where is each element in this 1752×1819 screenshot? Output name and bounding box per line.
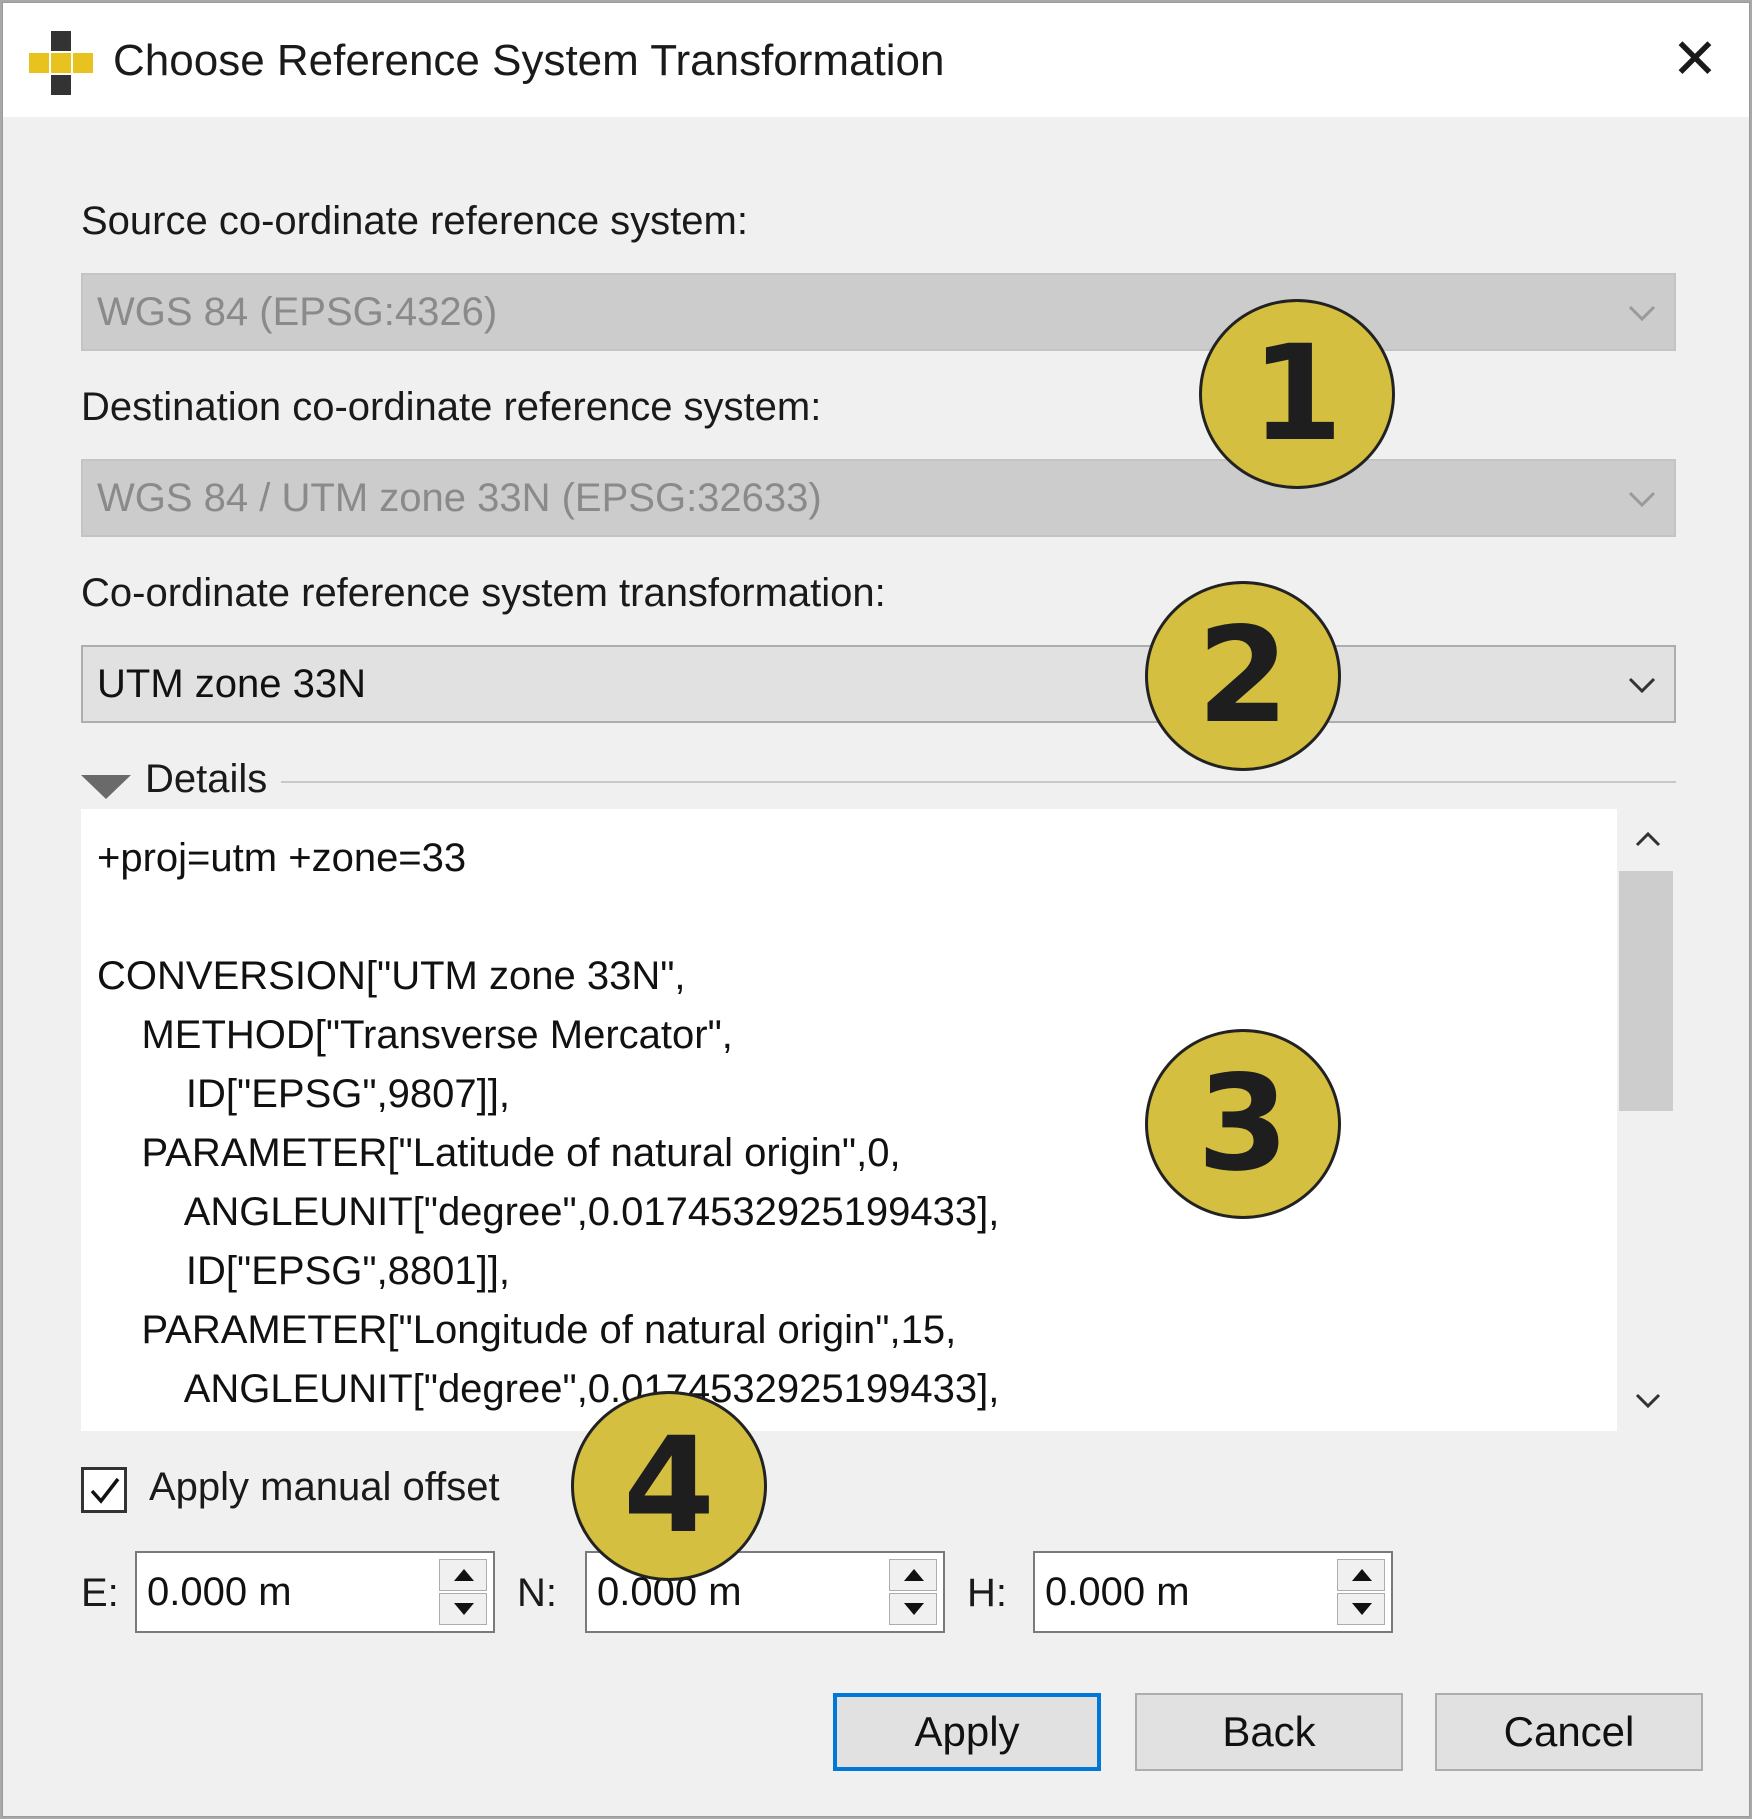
source-crs-label: Source co-ordinate reference system: [81, 199, 748, 243]
apply-offset-label[interactable]: Apply manual offset [149, 1465, 500, 1510]
height-spinbox[interactable] [1033, 1551, 1393, 1633]
height-decrement-button[interactable] [1337, 1593, 1385, 1625]
scroll-up-icon[interactable] [1635, 827, 1661, 853]
easting-label: E: [81, 1571, 119, 1615]
back-button[interactable]: Back [1135, 1693, 1403, 1771]
easting-increment-button[interactable] [439, 1559, 487, 1591]
scroll-down-icon[interactable] [1635, 1387, 1661, 1413]
scroll-thumb[interactable] [1619, 871, 1673, 1111]
close-icon[interactable]: ✕ [1663, 27, 1727, 91]
transformation-select[interactable]: UTM zone 33N [81, 645, 1676, 723]
chevron-down-icon [1628, 677, 1656, 694]
up-arrow-icon [1352, 1569, 1372, 1581]
easting-spinbox[interactable] [135, 1551, 495, 1633]
chevron-down-icon [1628, 491, 1656, 508]
transformation-value: UTM zone 33N [97, 662, 366, 706]
details-scrollbar[interactable] [1617, 809, 1677, 1431]
height-label: H: [967, 1571, 1007, 1615]
details-divider [281, 781, 1676, 783]
callout-badge-3: 3 [1145, 1029, 1341, 1219]
details-toggle[interactable]: Details [81, 757, 1676, 807]
checkmark-icon [90, 1477, 120, 1504]
dialog-window: Choose Reference System Transformation ✕… [2, 2, 1750, 1817]
app-logo-icon [29, 31, 93, 95]
source-crs-select[interactable]: WGS 84 (EPSG:4326) [81, 273, 1676, 351]
down-arrow-icon [904, 1603, 924, 1615]
northing-decrement-button[interactable] [889, 1593, 937, 1625]
collapse-arrow-icon [81, 775, 131, 799]
cancel-button[interactable]: Cancel [1435, 1693, 1703, 1771]
height-input[interactable] [1041, 1557, 1329, 1627]
apply-offset-checkbox[interactable] [81, 1467, 127, 1513]
up-arrow-icon [454, 1569, 474, 1581]
northing-label: N: [517, 1571, 557, 1615]
up-arrow-icon [904, 1569, 924, 1581]
easting-input[interactable] [143, 1557, 431, 1627]
callout-badge-4: 4 [571, 1391, 767, 1581]
apply-button[interactable]: Apply [833, 1693, 1101, 1771]
callout-badge-1: 1 [1199, 299, 1395, 489]
height-increment-button[interactable] [1337, 1559, 1385, 1591]
destination-crs-label: Destination co-ordinate reference system… [81, 385, 822, 429]
details-label: Details [145, 757, 268, 801]
callout-badge-2: 2 [1145, 581, 1341, 771]
source-crs-value: WGS 84 (EPSG:4326) [97, 290, 498, 334]
details-text-area[interactable]: +proj=utm +zone=33 CONVERSION["UTM zone … [81, 809, 1617, 1431]
window-title: Choose Reference System Transformation [113, 36, 945, 85]
destination-crs-value: WGS 84 / UTM zone 33N (EPSG:32633) [97, 476, 822, 520]
chevron-down-icon [1628, 305, 1656, 322]
down-arrow-icon [454, 1603, 474, 1615]
transformation-label: Co-ordinate reference system transformat… [81, 571, 886, 615]
easting-decrement-button[interactable] [439, 1593, 487, 1625]
northing-increment-button[interactable] [889, 1559, 937, 1591]
title-bar: Choose Reference System Transformation ✕ [3, 3, 1749, 117]
down-arrow-icon [1352, 1603, 1372, 1615]
destination-crs-select[interactable]: WGS 84 / UTM zone 33N (EPSG:32633) [81, 459, 1676, 537]
details-text: +proj=utm +zone=33 CONVERSION["UTM zone … [97, 836, 1000, 1411]
